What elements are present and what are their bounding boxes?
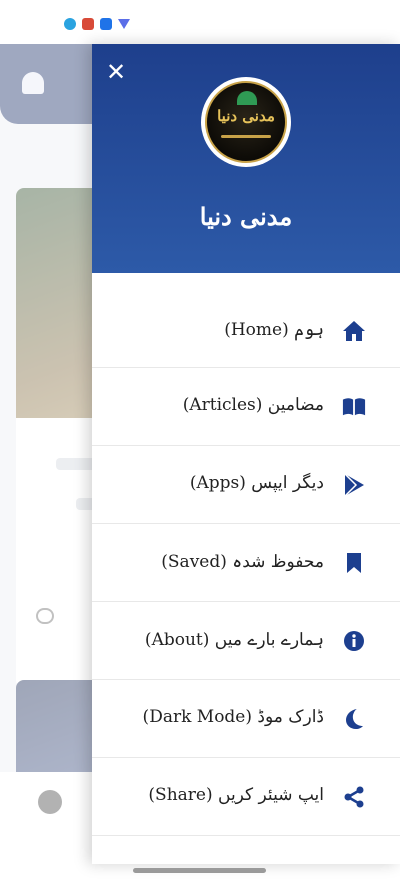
menu-item-label: دیگر ایپس (Apps) bbox=[189, 473, 324, 493]
menu-item-home[interactable]: ہوم (Home) bbox=[92, 292, 400, 368]
telegram-icon bbox=[64, 18, 76, 30]
menu-item-about[interactable]: ہمارے بارے میں (About) bbox=[92, 602, 400, 680]
menu-item-label: ایپ شیئر کریں (Share) bbox=[148, 785, 324, 805]
menu-item-label: ڈارک موڈ (Dark Mode) bbox=[142, 707, 324, 727]
app-name: مدنی دنیا bbox=[199, 202, 293, 231]
vpn-icon bbox=[118, 19, 130, 29]
navigation-drawer: ✕ مدنی دنیا مدنی دنیا ہوم (Home) مضامین … bbox=[92, 44, 400, 864]
play-store-icon bbox=[342, 473, 366, 497]
bookmark-icon bbox=[342, 551, 366, 575]
home-icon bbox=[342, 319, 366, 343]
menu-item-apps[interactable]: دیگر ایپس (Apps) bbox=[92, 446, 400, 524]
share-icon bbox=[342, 785, 366, 809]
drawer-menu: ہوم (Home) مضامین (Articles) دیگر ایپس (… bbox=[92, 292, 400, 836]
drawer-header: ✕ مدنی دنیا مدنی دنیا bbox=[92, 44, 400, 273]
menu-item-label: ہمارے بارے میں (About) bbox=[144, 630, 324, 650]
logo-flourish bbox=[221, 135, 271, 138]
app-logo: مدنی دنیا bbox=[201, 77, 291, 167]
gesture-bar[interactable] bbox=[133, 868, 266, 873]
logo-emblem: مدنی دنیا bbox=[205, 81, 287, 163]
menu-item-label: ہوم (Home) bbox=[224, 320, 324, 340]
info-icon bbox=[342, 629, 366, 653]
dome-icon bbox=[237, 91, 257, 105]
menu-item-label: محفوظ شدہ (Saved) bbox=[161, 552, 324, 572]
menu-item-dark-mode[interactable]: ڈارک موڈ (Dark Mode) bbox=[92, 680, 400, 758]
menu-item-articles[interactable]: مضامین (Articles) bbox=[92, 368, 400, 446]
logo-text: مدنی دنیا bbox=[217, 107, 275, 125]
moon-icon bbox=[342, 707, 366, 731]
close-button[interactable]: ✕ bbox=[104, 60, 128, 84]
status-bar bbox=[0, 0, 400, 44]
book-icon bbox=[342, 395, 366, 419]
menu-item-label: مضامین (Articles) bbox=[182, 395, 324, 415]
notification-icons bbox=[64, 18, 130, 30]
key-icon bbox=[100, 18, 112, 30]
gmail-icon bbox=[82, 18, 94, 30]
menu-item-share[interactable]: ایپ شیئر کریں (Share) bbox=[92, 758, 400, 836]
menu-item-saved[interactable]: محفوظ شدہ (Saved) bbox=[92, 524, 400, 602]
